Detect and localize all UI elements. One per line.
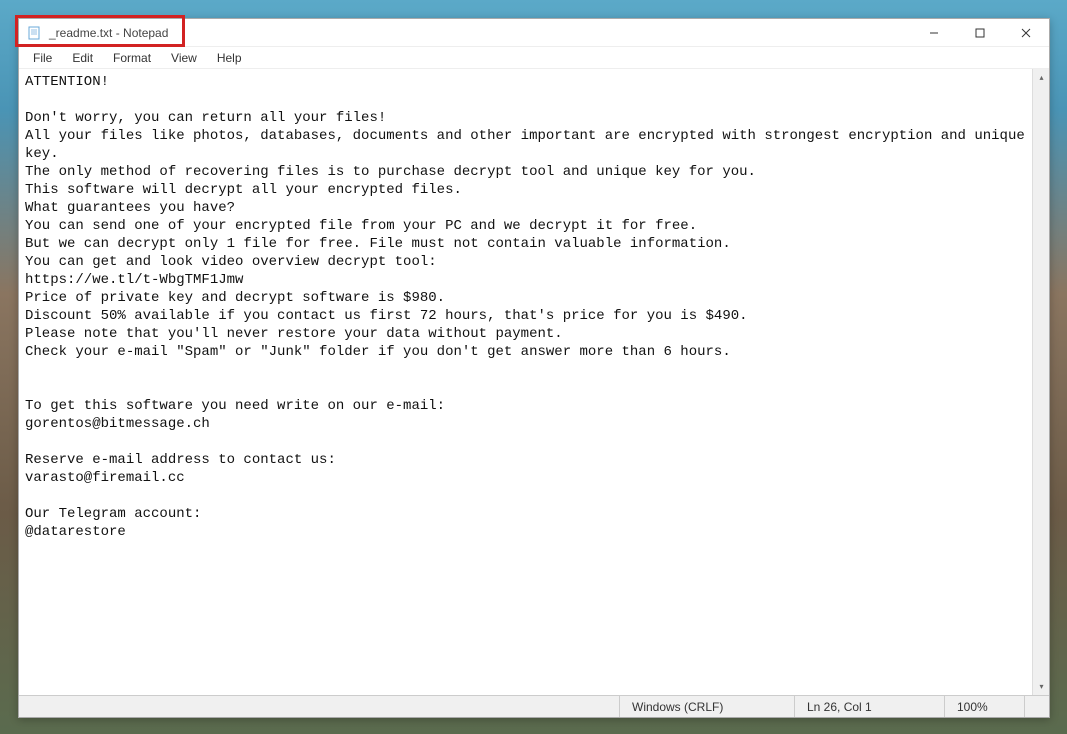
notepad-icon <box>27 25 43 41</box>
menu-help[interactable]: Help <box>207 49 252 67</box>
menu-view[interactable]: View <box>161 49 207 67</box>
text-editor[interactable]: ATTENTION! Don't worry, you can return a… <box>19 69 1032 695</box>
scroll-up-icon[interactable]: ▴ <box>1033 69 1049 86</box>
window-title: _readme.txt - Notepad <box>49 26 911 40</box>
minimize-button[interactable] <box>911 19 957 47</box>
maximize-button[interactable] <box>957 19 1003 47</box>
editor-area: ATTENTION! Don't worry, you can return a… <box>19 69 1049 695</box>
status-encoding: Windows (CRLF) <box>619 696 794 717</box>
status-spacer <box>19 696 619 717</box>
titlebar[interactable]: _readme.txt - Notepad <box>19 19 1049 47</box>
notepad-window: _readme.txt - Notepad File Edit Format V… <box>18 18 1050 718</box>
window-controls <box>911 19 1049 47</box>
statusbar: Windows (CRLF) Ln 26, Col 1 100% <box>19 695 1049 717</box>
menu-edit[interactable]: Edit <box>62 49 103 67</box>
status-last <box>1024 696 1049 717</box>
close-button[interactable] <box>1003 19 1049 47</box>
menu-format[interactable]: Format <box>103 49 161 67</box>
scroll-down-icon[interactable]: ▾ <box>1033 678 1049 695</box>
menu-file[interactable]: File <box>23 49 62 67</box>
status-cursor-position: Ln 26, Col 1 <box>794 696 944 717</box>
status-zoom: 100% <box>944 696 1024 717</box>
vertical-scrollbar[interactable]: ▴ ▾ <box>1032 69 1049 695</box>
menubar: File Edit Format View Help <box>19 47 1049 69</box>
